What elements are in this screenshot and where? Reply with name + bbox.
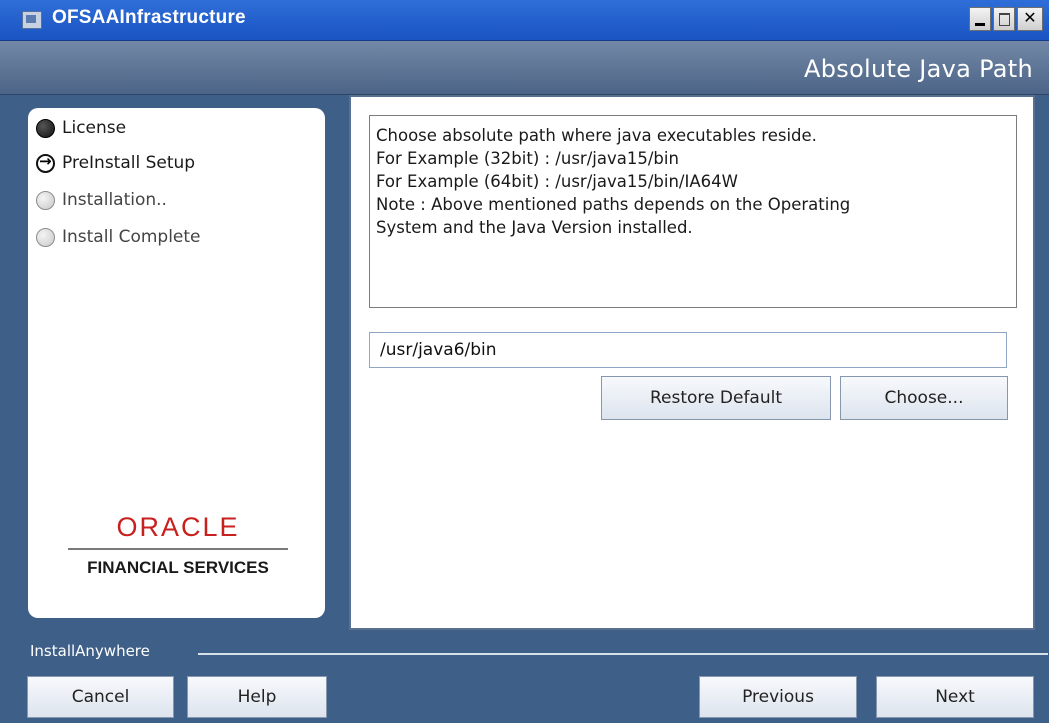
maximize-button[interactable] [993,7,1015,31]
description-line: For Example (32bit) : /usr/java15/bin [376,149,679,168]
content-panel: Choose absolute path where java executab… [349,95,1035,630]
step-label: License [62,118,127,138]
page-title: Absolute Java Path [804,55,1033,83]
step-license: License [36,116,126,140]
description-line: For Example (64bit) : /usr/java15/bin/IA… [376,172,738,191]
brand-label: InstallAnywhere [30,642,150,660]
step-current-arrow-icon [36,152,55,173]
oracle-logo: ORACLE FINANCIAL SERVICES [68,512,288,578]
step-preinstall-setup: PreInstall Setup [36,151,195,175]
close-button[interactable]: ✕ [1017,7,1043,31]
step-label: PreInstall Setup [62,153,196,173]
previous-button[interactable]: Previous [699,676,857,718]
logo-subtitle: FINANCIAL SERVICES [87,558,269,577]
step-label: Install Complete [62,227,201,247]
minimize-button[interactable] [969,7,991,31]
help-button[interactable]: Help [187,676,327,718]
step-label: Installation.. [62,190,167,210]
step-pending-icon [36,190,55,210]
close-icon: ✕ [1023,8,1037,27]
description-line: Choose absolute path where java executab… [376,126,817,145]
page-header: Absolute Java Path [0,41,1049,95]
footer-brand: InstallAnywhere [30,642,1049,664]
window-title: OFSAAInfrastructure [52,7,246,28]
description-box: Choose absolute path where java executab… [369,115,1017,308]
next-button[interactable]: Next [876,676,1034,718]
oracle-wordmark: ORACLE [116,512,240,542]
steps-panel: License PreInstall Setup Installation.. … [28,108,325,618]
step-install-complete: Install Complete [36,225,201,249]
description-line: System and the Java Version installed. [376,218,693,237]
step-pending-icon [36,227,55,247]
choose-button[interactable]: Choose... [840,376,1008,420]
description-line: Note : Above mentioned paths depends on … [376,195,851,214]
cancel-button[interactable]: Cancel [27,676,174,718]
logo-divider [68,548,288,550]
footer-divider [198,653,1048,655]
step-installation: Installation.. [36,188,167,212]
restore-default-button[interactable]: Restore Default [601,376,831,420]
java-path-input[interactable] [369,332,1007,368]
title-bar[interactable]: OFSAAInfrastructure ✕ [0,0,1049,41]
step-done-icon [36,118,55,138]
app-window-icon [22,11,42,29]
